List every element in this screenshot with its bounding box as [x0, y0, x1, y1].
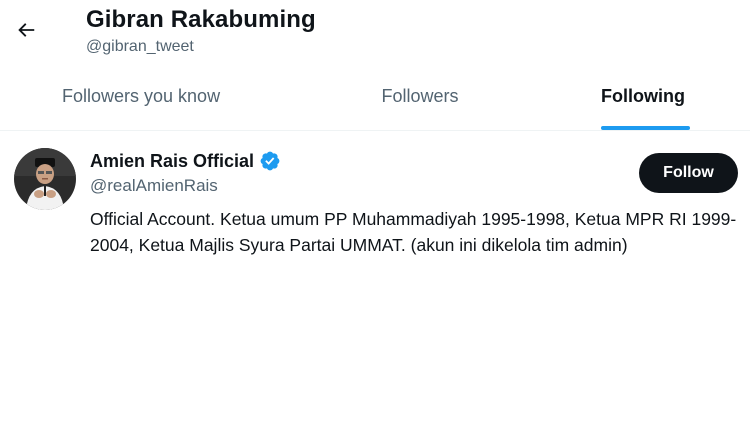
tab-followers[interactable]: Followers	[300, 66, 540, 130]
user-cell[interactable]: Amien Rais Official @realAmienRais Offic…	[0, 131, 750, 291]
page-handle: @gibran_tweet	[86, 38, 194, 55]
avatar[interactable]	[14, 148, 76, 210]
tab-label: Followers you know	[62, 85, 221, 106]
page-title: Gibran Rakabuming	[86, 6, 316, 33]
tab-bar: Followers you know Followers Following	[0, 66, 750, 131]
tab-label: Following	[601, 85, 685, 106]
profile-title-block: Gibran Rakabuming @gibran_tweet	[86, 4, 316, 57]
tab-label: Followers	[381, 85, 459, 106]
verified-badge-icon	[259, 150, 281, 172]
arrow-left-icon	[18, 23, 35, 37]
page-header: Gibran Rakabuming @gibran_tweet	[0, 0, 750, 66]
tab-followers-you-know[interactable]: Followers you know	[0, 66, 300, 130]
avatar-image	[14, 148, 76, 210]
user-bio: Official Account. Ketua umum PP Muhammad…	[90, 209, 737, 255]
follow-button[interactable]: Follow	[639, 153, 738, 193]
tab-following[interactable]: Following	[540, 66, 750, 130]
back-button[interactable]	[8, 12, 44, 48]
active-tab-indicator	[601, 126, 690, 130]
user-handle[interactable]: @realAmienRais	[90, 176, 218, 196]
user-name-row: Amien Rais Official	[90, 148, 281, 174]
user-name[interactable]: Amien Rais Official	[90, 151, 254, 172]
